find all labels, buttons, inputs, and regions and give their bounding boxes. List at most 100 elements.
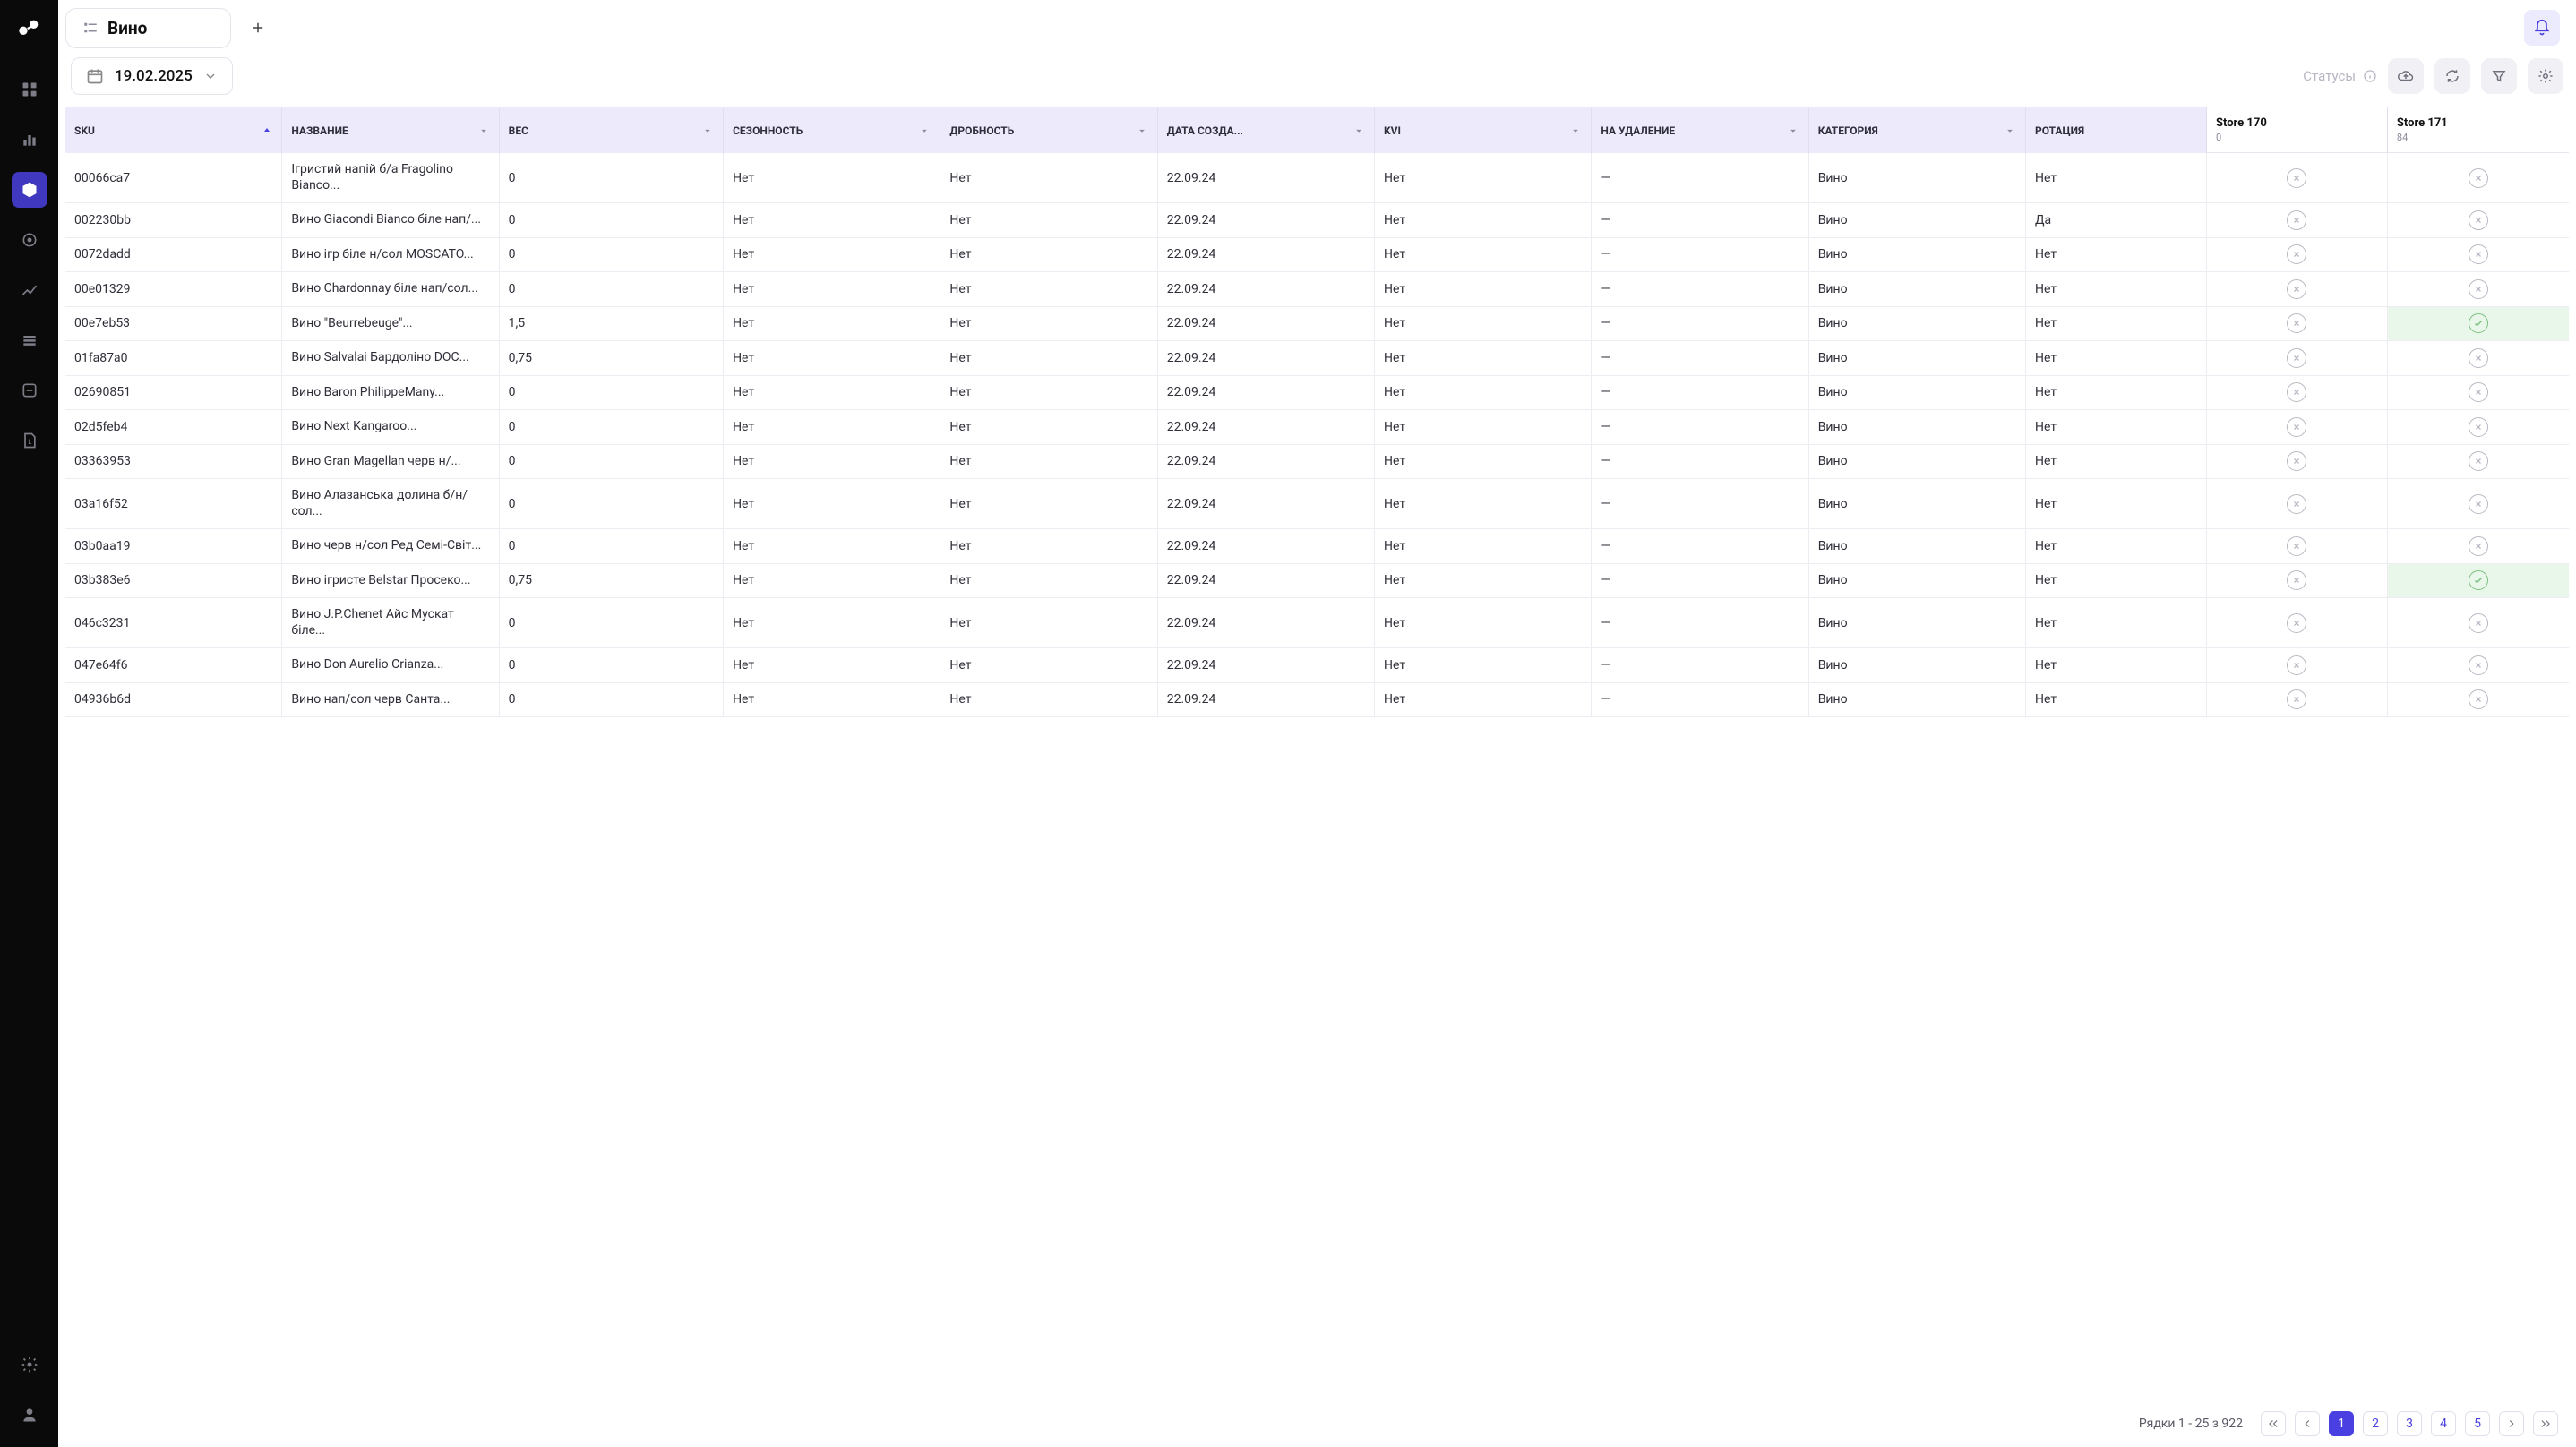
sidebar-item-minus[interactable]: [12, 372, 47, 408]
svg-text:L: L: [28, 438, 31, 446]
col-store-170[interactable]: Store 1700: [2207, 107, 2388, 153]
page-2[interactable]: 2: [2363, 1411, 2388, 1436]
col-for-deletion[interactable]: НА УДАЛЕНИЕ: [1592, 107, 1808, 153]
col-rotation[interactable]: РОТАЦИЯ: [2026, 107, 2207, 153]
col-store-171[interactable]: Store 17184: [2388, 107, 2569, 153]
table-row[interactable]: 00066ca7Ігристий напій б/а Fragolino Bia…: [65, 153, 2569, 203]
page-4[interactable]: 4: [2431, 1411, 2456, 1436]
table-row[interactable]: 0072daddВино ігр біле н/сол MOSCATO...0Н…: [65, 238, 2569, 273]
col-name[interactable]: НАЗВАНИЕ: [282, 107, 499, 153]
settings-button[interactable]: [2528, 58, 2563, 94]
sidebar-item-user[interactable]: [12, 1397, 47, 1433]
cell-season: Нет: [724, 272, 940, 307]
table-row[interactable]: 03363953Вино Gran Magellan черв н/...0Не…: [65, 445, 2569, 480]
col-seasonality[interactable]: СЕЗОННОСТЬ: [724, 107, 940, 153]
cell-season: Нет: [724, 598, 940, 648]
sync-button[interactable]: [2434, 58, 2470, 94]
store-status-cell[interactable]: [2388, 272, 2569, 307]
table-row[interactable]: 03a16f52Вино Алазанська долина б/н/сол..…: [65, 479, 2569, 529]
page-prev[interactable]: [2295, 1411, 2320, 1436]
table-row[interactable]: 02d5feb4Вино Next Kangaroo...0НетНет22.0…: [65, 410, 2569, 445]
cell-name: Ігристий напій б/а Fragolino Bianco...: [282, 153, 499, 203]
store-status-cell[interactable]: [2388, 376, 2569, 411]
store-status-cell[interactable]: [2207, 598, 2388, 648]
table-row[interactable]: 01fa87a0Вино Salvalai Бардоліно DOC...0,…: [65, 341, 2569, 376]
page-1[interactable]: 1: [2329, 1411, 2354, 1436]
sidebar-item-products[interactable]: [12, 172, 47, 208]
store-status-cell[interactable]: [2388, 564, 2569, 599]
store-status-cell[interactable]: [2207, 341, 2388, 376]
sidebar-item-settings[interactable]: [12, 1347, 47, 1383]
sidebar-item-log[interactable]: L: [12, 423, 47, 458]
store-status-cell[interactable]: [2207, 272, 2388, 307]
col-weight[interactable]: ВЕС: [500, 107, 724, 153]
filter-button[interactable]: [2481, 58, 2517, 94]
store-status-cell[interactable]: [2207, 683, 2388, 718]
date-picker[interactable]: 19.02.2025: [71, 57, 233, 95]
store-status-cell[interactable]: [2388, 529, 2569, 564]
store-status-cell[interactable]: [2388, 153, 2569, 203]
store-status-cell[interactable]: [2207, 445, 2388, 480]
store-status-cell[interactable]: [2388, 307, 2569, 342]
col-kvi[interactable]: KVI: [1375, 107, 1592, 153]
sidebar-item-target[interactable]: [12, 222, 47, 258]
cell-del: —: [1592, 341, 1808, 376]
cell-sku: 00066ca7: [65, 153, 282, 203]
table-row[interactable]: 04936b6dВино нап/сол черв Санта...0НетНе…: [65, 683, 2569, 718]
add-tab-button[interactable]: [240, 10, 276, 46]
sidebar-item-analytics[interactable]: [12, 122, 47, 158]
store-status-cell[interactable]: [2388, 341, 2569, 376]
store-status-cell[interactable]: [2388, 683, 2569, 718]
table-row[interactable]: 047e64f6Вино Don Aurelio Crianza...0НетН…: [65, 648, 2569, 683]
import-button[interactable]: [2388, 58, 2424, 94]
sidebar-item-trends[interactable]: [12, 272, 47, 308]
page-first[interactable]: [2261, 1411, 2286, 1436]
store-status-cell[interactable]: [2207, 307, 2388, 342]
store-status-cell[interactable]: [2207, 376, 2388, 411]
store-status-cell[interactable]: [2388, 238, 2569, 273]
cell-kvi: Нет: [1375, 376, 1592, 411]
table-row[interactable]: 03b383e6Вино ігристе Belstar Просеко...0…: [65, 564, 2569, 599]
store-status-cell[interactable]: [2207, 648, 2388, 683]
page-next[interactable]: [2499, 1411, 2524, 1436]
table-row[interactable]: 02690851Вино Baron PhilippeMany...0НетНе…: [65, 376, 2569, 411]
cell-season: Нет: [724, 479, 940, 529]
store-status-cell[interactable]: [2388, 445, 2569, 480]
notifications-button[interactable]: [2524, 10, 2560, 46]
table-row[interactable]: 046c3231Вино J.P.Chenet Айс Мускат біле.…: [65, 598, 2569, 648]
sidebar-item-list[interactable]: [12, 322, 47, 358]
col-category[interactable]: КАТЕГОРИЯ: [1809, 107, 2026, 153]
store-status-cell[interactable]: [2207, 203, 2388, 238]
table-container[interactable]: SKU НАЗВАНИЕ ВЕС СЕЗОННОСТЬ ДРОБНОСТЬ ДА…: [58, 107, 2576, 1400]
store-status-cell[interactable]: [2207, 564, 2388, 599]
store-status-cell[interactable]: [2207, 529, 2388, 564]
dropdown-icon: [1136, 124, 1148, 137]
store-status-cell[interactable]: [2388, 479, 2569, 529]
cell-sku: 02d5feb4: [65, 410, 282, 445]
statuses-label[interactable]: Статусы: [2303, 68, 2377, 84]
table-row[interactable]: 002230bbВино Giacondi Bianco біле нап/..…: [65, 203, 2569, 238]
store-status-cell[interactable]: [2207, 479, 2388, 529]
col-created[interactable]: ДАТА СОЗДА...: [1158, 107, 1375, 153]
store-status-cell[interactable]: [2207, 410, 2388, 445]
page-5[interactable]: 5: [2465, 1411, 2490, 1436]
table-row[interactable]: 03b0aa19Вино черв н/сол Ред Семі-Світ...…: [65, 529, 2569, 564]
col-fractionality[interactable]: ДРОБНОСТЬ: [940, 107, 1157, 153]
store-status-cell[interactable]: [2388, 598, 2569, 648]
store-status-cell[interactable]: [2207, 238, 2388, 273]
cell-date: 22.09.24: [1158, 598, 1375, 648]
sidebar-item-dashboard[interactable]: [12, 72, 47, 107]
table-row[interactable]: 00e01329Вино Chardonnay біле нап/сол...0…: [65, 272, 2569, 307]
x-circle-icon: [2469, 494, 2488, 514]
tab-wine[interactable]: Вино: [65, 8, 231, 48]
table-row[interactable]: 00e7eb53Вино "Beurrebeuge"...1,5НетНет22…: [65, 307, 2569, 342]
page-last[interactable]: [2533, 1411, 2558, 1436]
cell-del: —: [1592, 445, 1808, 480]
store-status-cell[interactable]: [2388, 648, 2569, 683]
col-sku[interactable]: SKU: [65, 107, 282, 153]
page-3[interactable]: 3: [2397, 1411, 2422, 1436]
cell-season: Нет: [724, 410, 940, 445]
store-status-cell[interactable]: [2207, 153, 2388, 203]
store-status-cell[interactable]: [2388, 203, 2569, 238]
store-status-cell[interactable]: [2388, 410, 2569, 445]
